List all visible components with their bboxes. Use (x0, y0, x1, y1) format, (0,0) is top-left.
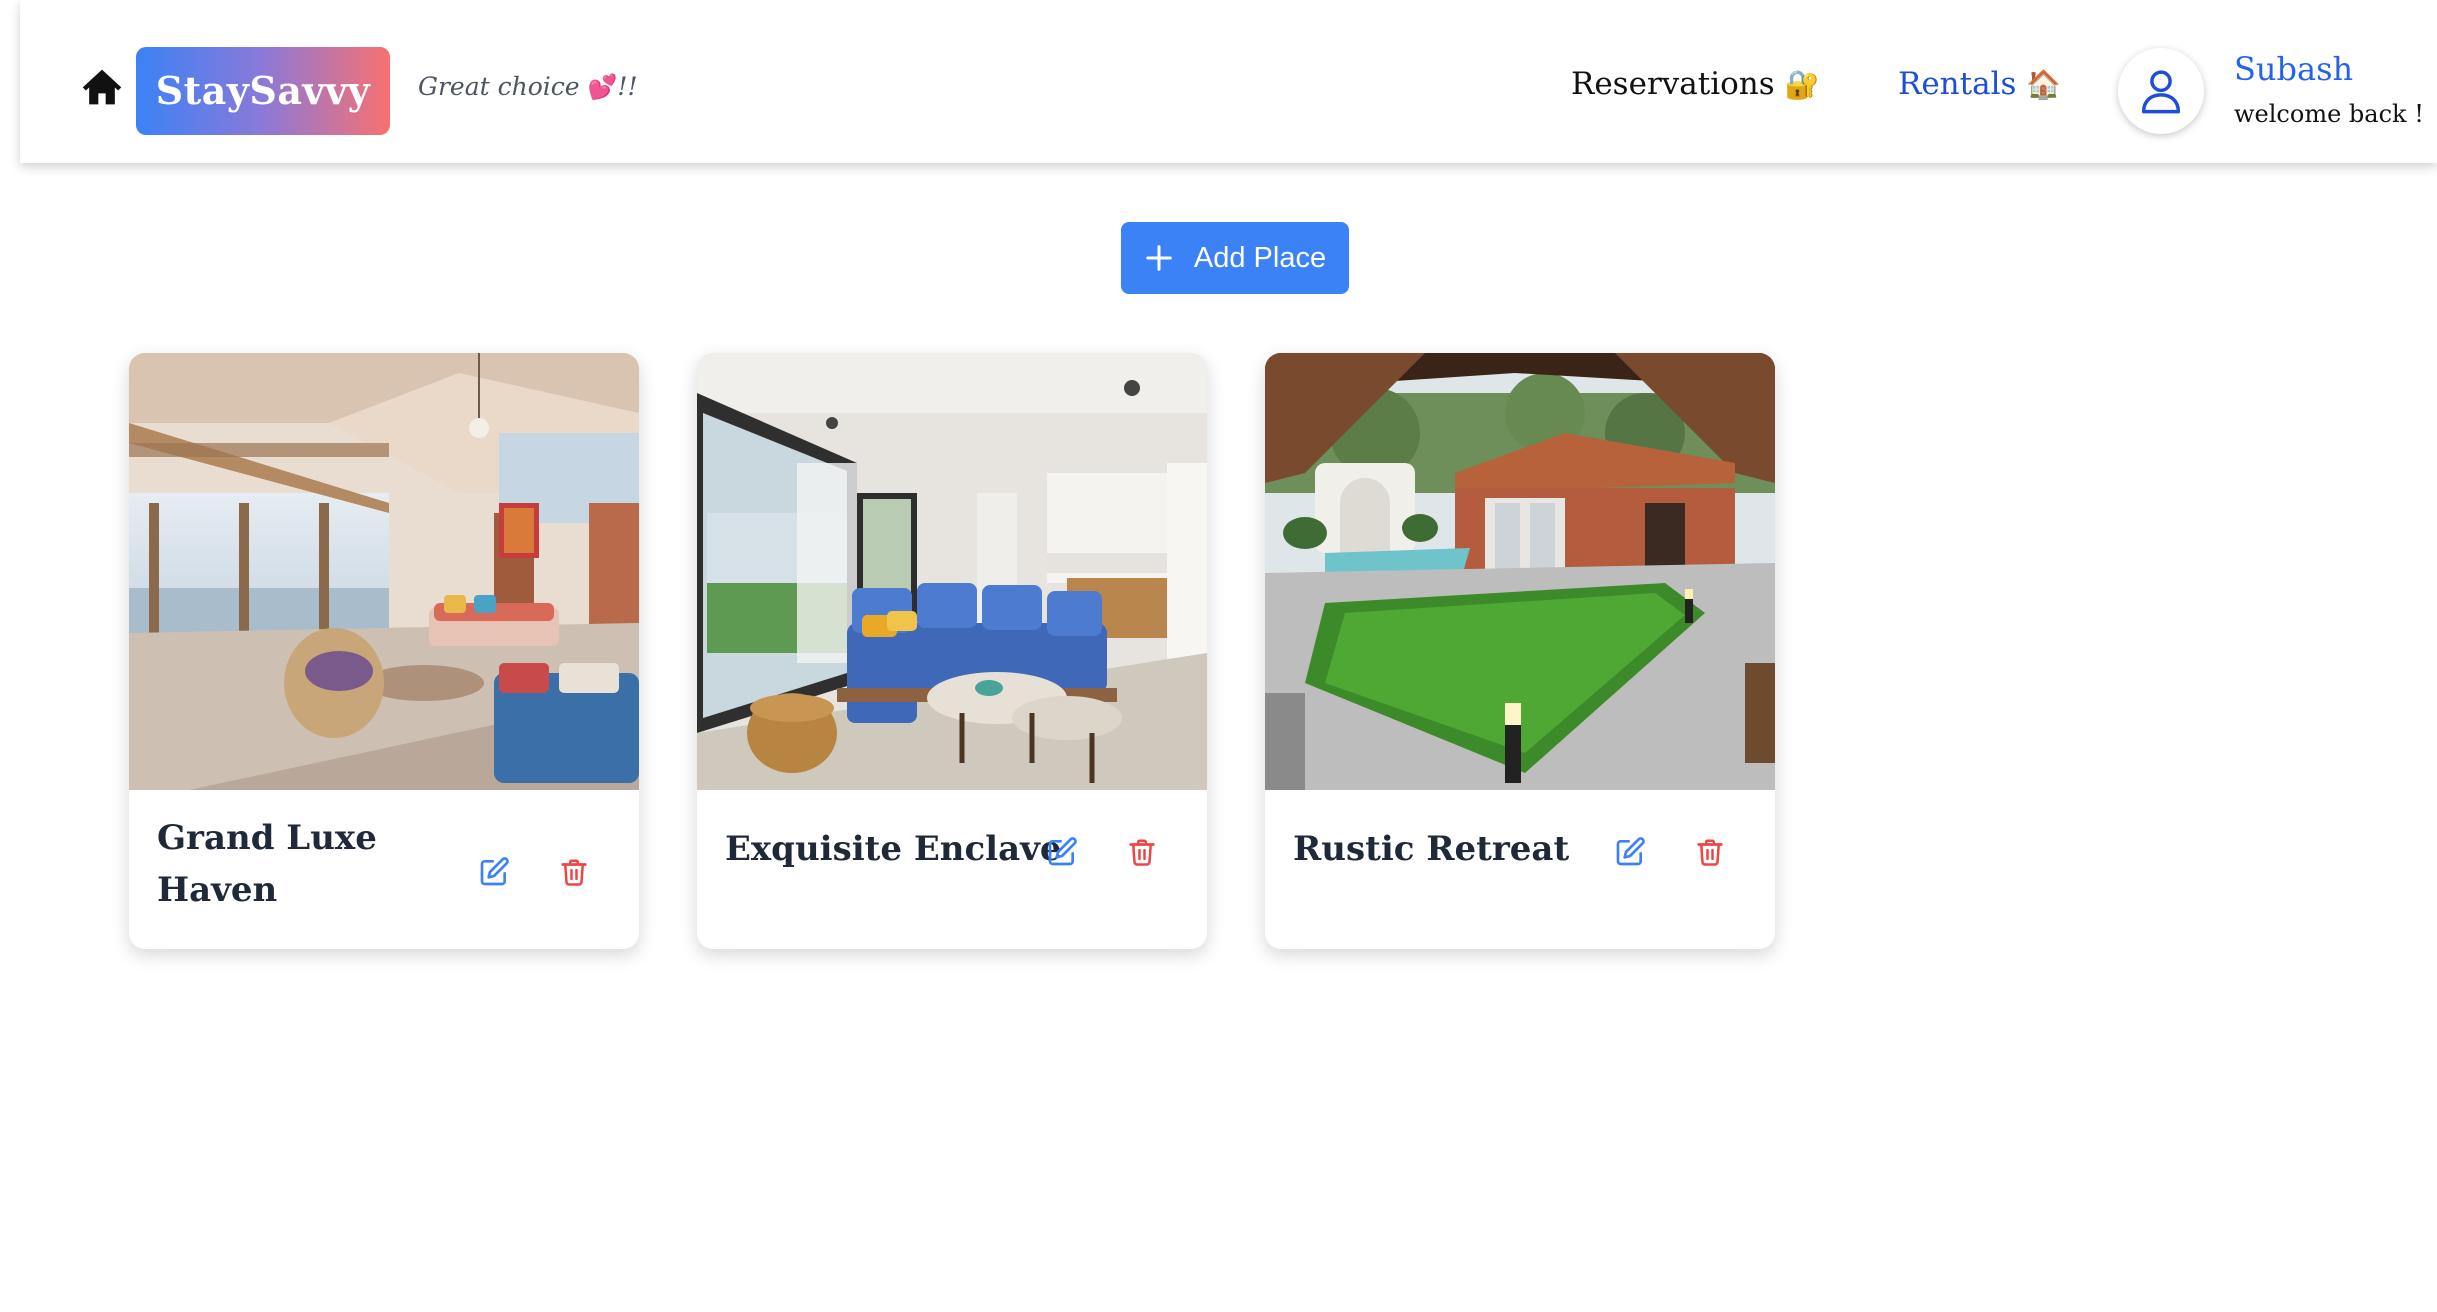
user-icon (2141, 70, 2181, 114)
place-card[interactable]: Rustic Retreat (1265, 353, 1775, 949)
card-footer: Rustic Retreat (1265, 790, 1775, 949)
trash-icon[interactable] (1690, 832, 1730, 872)
card-footer: Grand Luxe Haven (129, 790, 639, 949)
nav-reservations-label: Reservations (1571, 66, 1775, 102)
navbar: StaySavvy Great choice 💕!! Reservations … (20, 0, 2437, 163)
user-avatar[interactable] (2118, 48, 2204, 134)
card-footer: Exquisite Enclave (697, 790, 1207, 949)
tagline-text: Great choice (418, 72, 580, 101)
plus-icon (1146, 245, 1172, 271)
place-card[interactable]: Grand Luxe Haven (129, 353, 639, 949)
edit-icon[interactable] (474, 852, 514, 892)
place-photo (129, 353, 639, 790)
brand-logo[interactable]: StaySavvy (136, 47, 390, 135)
user-name: Subash (2234, 50, 2354, 88)
nav-rentals[interactable]: Rentals 🏠 (1898, 66, 2061, 102)
place-title: Exquisite Enclave (725, 829, 1062, 869)
add-place-button[interactable]: Add Place (1121, 222, 1349, 294)
place-title: Rustic Retreat (1293, 829, 1570, 869)
place-card[interactable]: Exquisite Enclave (697, 353, 1207, 949)
tagline: Great choice 💕!! (418, 72, 638, 101)
nav-reservations[interactable]: Reservations 🔐 (1571, 66, 1820, 102)
nav-rentals-label: Rentals (1898, 66, 2017, 102)
edit-icon[interactable] (1610, 832, 1650, 872)
house-emoji-icon: 🏠 (2026, 67, 2062, 101)
trash-icon[interactable] (1122, 832, 1162, 872)
home-icon[interactable] (80, 65, 124, 109)
user-greeting: welcome back ! (2234, 100, 2424, 128)
lock-emoji-icon: 🔐 (1784, 67, 1820, 101)
tagline-suffix: !! (617, 72, 638, 101)
hearts-emoji: 💕 (587, 73, 618, 101)
place-title: Grand Luxe Haven (157, 818, 377, 910)
trash-icon[interactable] (554, 852, 594, 892)
edit-icon[interactable] (1042, 832, 1082, 872)
place-photo (697, 353, 1207, 790)
place-photo (1265, 353, 1775, 790)
add-place-label: Add Place (1193, 241, 1327, 274)
